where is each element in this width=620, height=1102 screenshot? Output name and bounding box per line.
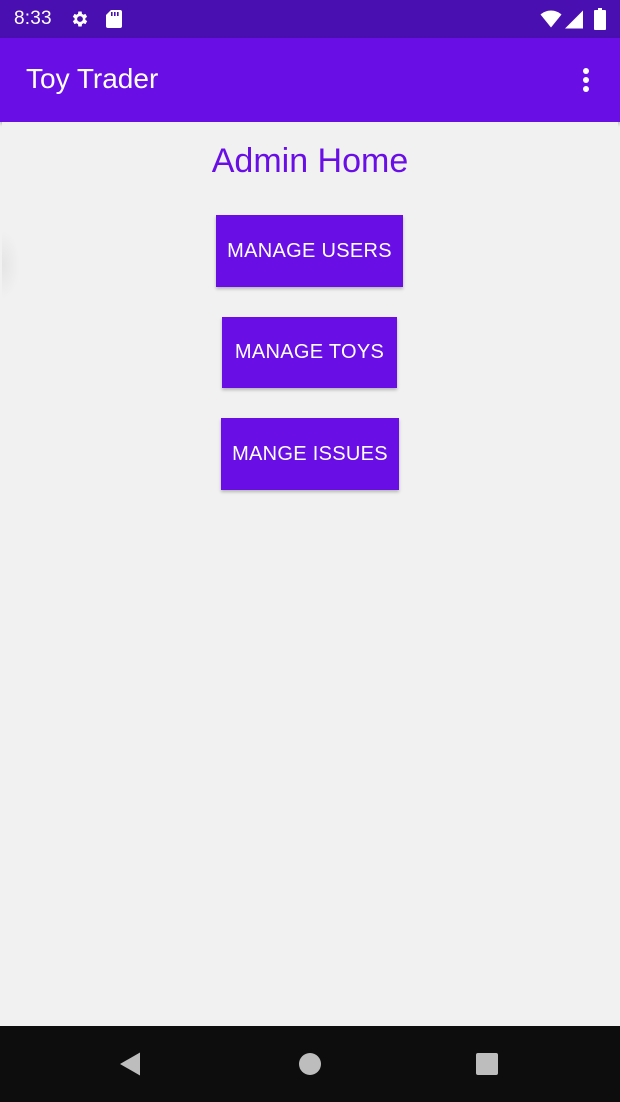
main-content: Admin Home MANAGE USERS MANAGE TOYS MANG…: [2, 122, 618, 1026]
sd-card-icon: [105, 9, 123, 33]
overflow-menu-icon[interactable]: [574, 66, 598, 96]
home-icon[interactable]: [292, 1046, 328, 1082]
manage-issues-label: MANGE ISSUES: [232, 442, 388, 465]
recents-icon[interactable]: [469, 1046, 505, 1082]
manage-toys-button[interactable]: MANAGE TOYS: [222, 317, 397, 388]
manage-issues-button[interactable]: MANGE ISSUES: [221, 418, 399, 490]
status-time: 8:33: [14, 8, 52, 29]
app-title: Toy Trader: [26, 63, 159, 94]
manage-toys-label: MANAGE TOYS: [234, 341, 385, 363]
screen: 8:33 Toy Trader Admin Home MANAGE USERS …: [0, 0, 620, 1102]
edge-shadow: [2, 230, 20, 300]
battery-icon: [594, 8, 606, 34]
manage-users-button[interactable]: MANAGE USERS: [216, 215, 403, 287]
status-bar: 8:33: [0, 0, 620, 38]
signal-icon: [564, 10, 584, 33]
settings-icon: [70, 9, 90, 33]
wifi-icon: [540, 10, 562, 32]
app-bar: Toy Trader: [0, 38, 620, 122]
manage-users-label: MANAGE USERS: [227, 239, 392, 262]
navigation-bar: [0, 1026, 620, 1102]
page-title: Admin Home: [211, 142, 409, 180]
back-icon[interactable]: [112, 1046, 148, 1082]
